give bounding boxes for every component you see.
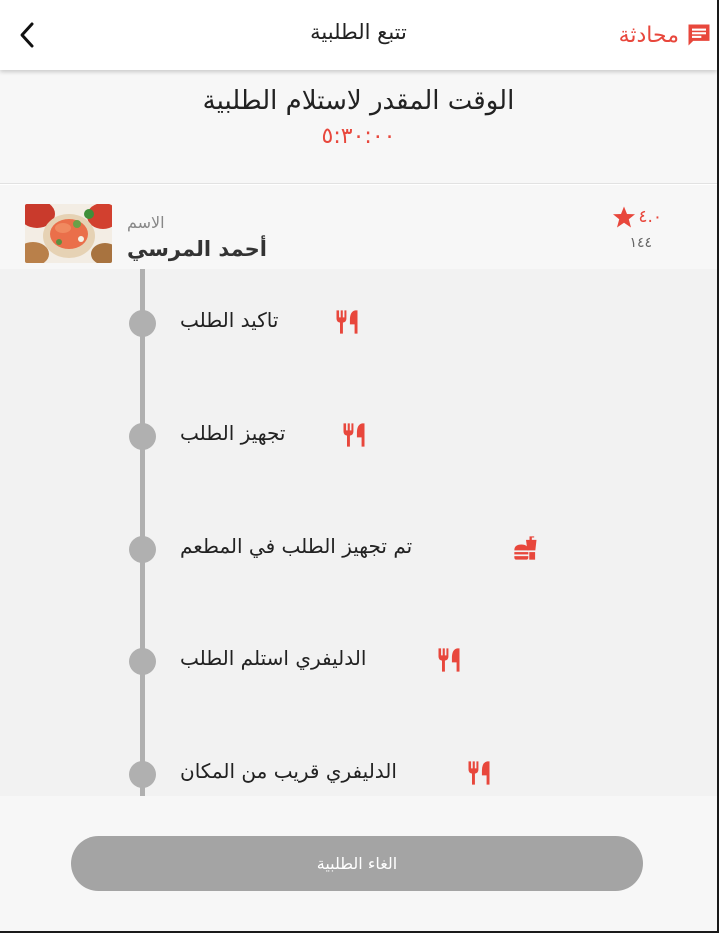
fork-knife-icon [343, 423, 365, 447]
order-timeline: تاكيد الطلب تجهيز الطلب تم تجهيز الطلب ف… [0, 269, 717, 796]
step-label: الدليفري قريب من المكان [180, 759, 397, 783]
fork-knife-icon [438, 648, 460, 672]
fastfood-icon [514, 536, 537, 560]
eta-time: ٥:٣٠:٠٠ [321, 124, 396, 149]
driver-name-label: الاسم [127, 213, 165, 232]
rating-value: ٤.٠ [638, 207, 662, 227]
fork-knife-icon [468, 761, 490, 785]
timeline-step: تم تجهيز الطلب في المطعم [0, 524, 717, 574]
timeline-step: تجهيز الطلب [0, 411, 717, 461]
footer: الغاء الطلبية [0, 796, 717, 933]
star-icon [613, 206, 636, 228]
chat-button[interactable]: محادثة [619, 18, 713, 52]
step-dot [129, 310, 156, 337]
step-label: الدليفري استلم الطلب [180, 646, 367, 670]
driver-rating: ٤.٠ [612, 205, 662, 229]
timeline-step: الدليفري قريب من المكان [0, 749, 717, 796]
driver-name: أحمد المرسي [127, 237, 267, 261]
step-dot [129, 423, 156, 450]
timeline-step: الدليفري استلم الطلب [0, 636, 717, 686]
step-dot [129, 761, 156, 788]
page-title: تتبع الطلبية [310, 20, 407, 44]
eta-title: الوقت المقدر لاستلام الطلبية [202, 86, 515, 116]
eta-panel: الوقت المقدر لاستلام الطلبية ٥:٣٠:٠٠ [0, 70, 717, 184]
step-dot [129, 536, 156, 563]
timeline-step: تاكيد الطلب [0, 298, 717, 348]
chat-icon [688, 24, 710, 46]
step-label: تاكيد الطلب [180, 308, 279, 332]
step-dot [129, 648, 156, 675]
driver-photo [25, 204, 112, 263]
step-label: تم تجهيز الطلب في المطعم [180, 534, 413, 558]
chat-label: محادثة [618, 22, 679, 48]
rating-count: ١٤٤ [629, 235, 652, 251]
fork-knife-icon [336, 310, 358, 334]
app-header: تتبع الطلبية محادثة [0, 0, 717, 70]
cancel-order-button[interactable]: الغاء الطلبية [71, 836, 643, 891]
step-label: تجهيز الطلب [180, 421, 286, 445]
driver-card: الاسم أحمد المرسي ٤.٠ ١٤٤ [0, 185, 717, 269]
